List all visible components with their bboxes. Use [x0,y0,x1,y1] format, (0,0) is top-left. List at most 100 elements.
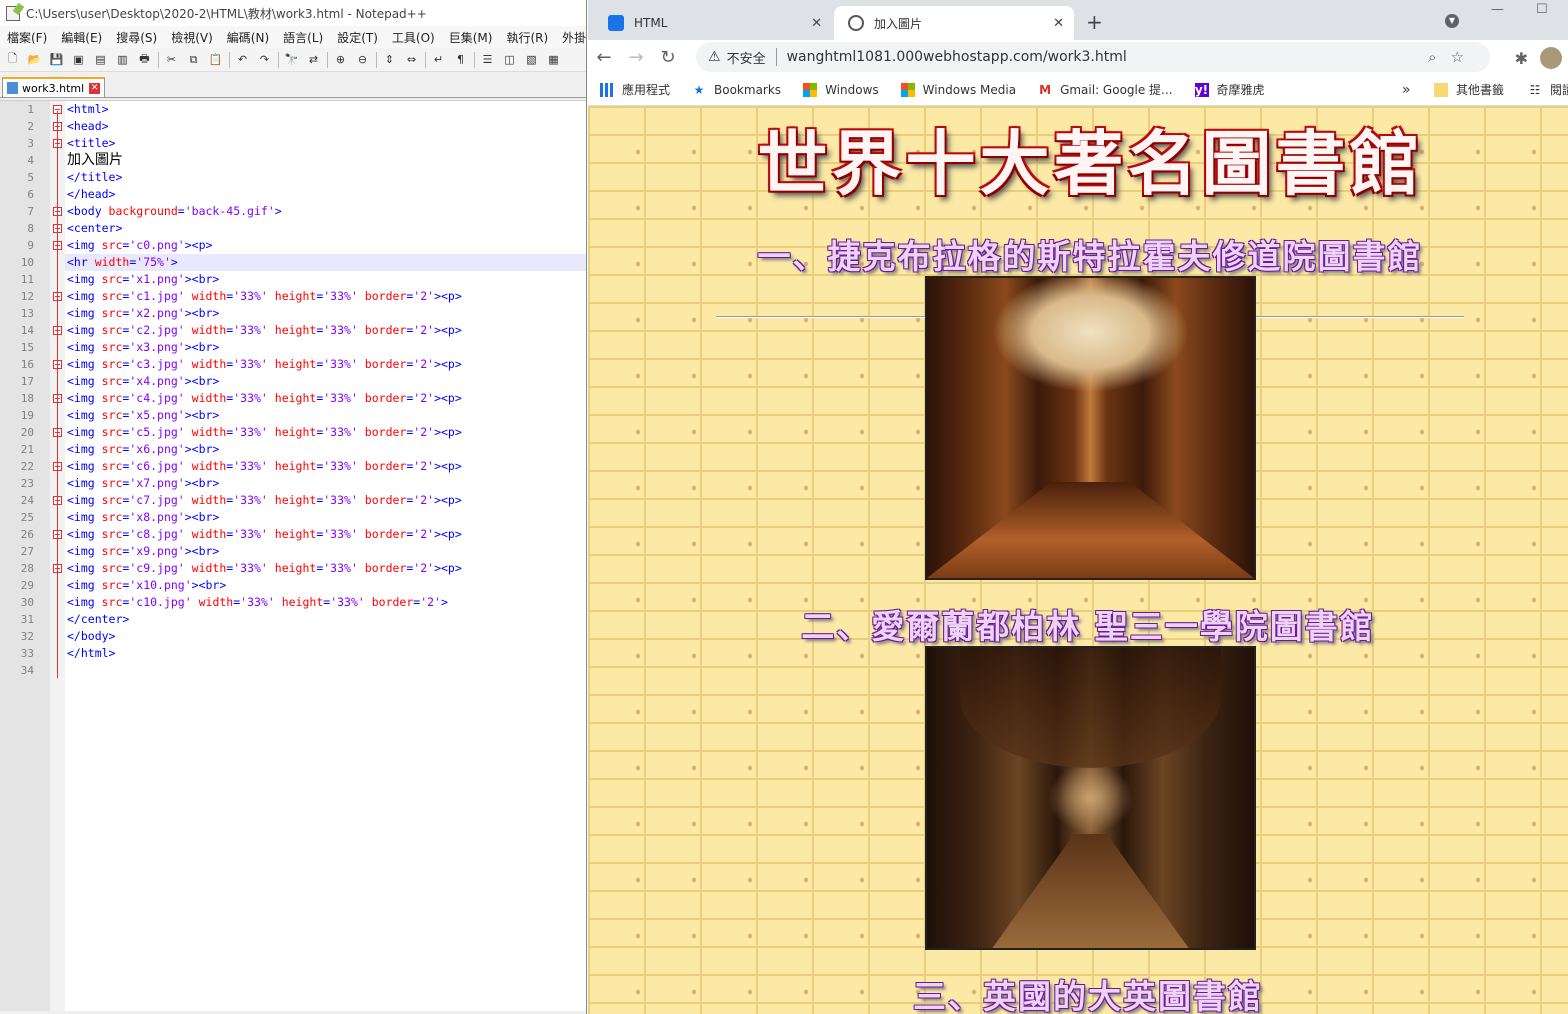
bookmark-star-icon[interactable]: ☆ [1451,48,1478,66]
code-line: <img src='c8.jpg' width='33%' height='33… [67,527,462,541]
code-line: <img src='c9.jpg' width='33%' height='33… [67,561,462,575]
line-number: 5 [27,171,34,184]
menu-run[interactable]: 執行(R) [499,29,555,46]
code-line: <img src='c6.jpg' width='33%' height='33… [67,459,462,473]
line-number: 28 [20,562,34,575]
close-tab-icon[interactable]: ✕ [811,16,822,31]
sync-horizontal-icon[interactable]: ⇔ [403,51,420,68]
menu-encoding[interactable]: 編碼(N) [220,29,276,46]
menu-view[interactable]: 檢視(V) [164,29,220,46]
bookmark-label: Windows [825,82,879,97]
bookmarks-overflow-icon[interactable]: » [1402,82,1411,98]
menu-settings[interactable]: 設定(T) [330,29,385,46]
reload-icon[interactable]: ↻ [652,47,684,68]
toolbar-separator [229,51,230,68]
save-all-icon[interactable]: ▣ [70,51,87,68]
tab-html[interactable]: HTML ✕ [594,6,832,40]
avatar[interactable] [1540,47,1562,69]
tab-search-icon[interactable]: ▼ [1445,14,1459,28]
line-number: 2 [27,120,34,133]
back-icon[interactable]: ← [588,47,620,68]
tab-add-image[interactable]: 加入圖片 ✕ [834,6,1074,40]
copy-icon[interactable]: ⧉ [185,51,202,68]
redo-icon[interactable]: ↷ [256,51,273,68]
code-line: <img src='x5.png'><br> [67,408,220,422]
indent-guide-icon[interactable]: ☰ [479,51,496,68]
url-divider [775,48,777,66]
line-number: 23 [20,477,34,490]
save-icon[interactable]: 💾 [48,51,65,68]
replace-icon[interactable]: ⇄ [305,51,322,68]
page-viewport[interactable]: 世界十大著名圖書館 一、捷克布拉格的斯特拉霍夫修道院圖書館 二、愛爾蘭都柏林 聖… [588,106,1568,1014]
find-icon[interactable]: 🔭 [283,51,300,68]
code-line: <head> [67,119,109,133]
notepad-menubar: 檔案(F) 編輯(E) 搜尋(S) 檢視(V) 編碼(N) 語言(L) 設定(T… [0,26,586,48]
doc-map-icon[interactable]: ▧ [523,51,540,68]
chrome-tab-strip: HTML ✕ 加入圖片 ✕ + ▼ — ☐ [588,0,1568,40]
warning-icon[interactable]: ⚠ [708,49,721,65]
close-all-icon[interactable]: ▥ [114,51,131,68]
folder-icon [1434,82,1448,97]
windows-logo-icon [803,82,818,97]
forward-icon[interactable]: → [620,47,652,68]
word-wrap-icon[interactable]: ↵ [430,51,447,68]
line-number: 27 [20,545,34,558]
bookmark-windows[interactable]: Windows [803,82,879,97]
code-line: <img src='x2.png'><br> [67,306,220,320]
library-heading-2: 二、愛爾蘭都柏林 聖三一學院圖書館 [801,607,1375,646]
title-text: 加入圖片 [67,152,123,168]
bookmark-yahoo[interactable]: y! 奇摩雅虎 [1194,81,1265,98]
cut-icon[interactable]: ✂ [163,51,180,68]
menu-edit[interactable]: 編輯(E) [54,29,109,46]
security-label[interactable]: 不安全 [727,48,766,67]
minimize-icon[interactable]: — [1491,2,1504,17]
new-file-icon[interactable]: 🗋 [4,51,21,68]
open-file-icon[interactable]: 📂 [26,51,43,68]
code-text[interactable]: <html> <head> <title> 加入圖片 </title> </he… [65,101,586,1011]
menu-search[interactable]: 搜尋(S) [109,29,164,46]
zoom-in-icon[interactable]: ⊕ [332,51,349,68]
library-photo-trinity [925,646,1256,950]
zoom-icon[interactable]: ⌕ [1428,48,1450,66]
bookmark-bookmarks[interactable]: ★ Bookmarks [692,83,781,97]
code-line: <body background='back-45.gif'> [67,204,282,218]
menu-language[interactable]: 語言(L) [276,29,330,46]
menu-file[interactable]: 檔案(F) [0,29,54,46]
bookmark-gmail[interactable]: M Gmail: Google 提... [1038,81,1172,98]
line-number: 17 [20,375,34,388]
code-line: <img src='c10.jpg' width='33%' height='3… [67,595,448,609]
code-line: <img src='x10.png'><br> [67,578,227,592]
windows-logo-icon [900,82,915,97]
bookmark-other[interactable]: 其他書籤 [1434,81,1504,98]
line-number: 31 [20,613,34,626]
menu-plugins[interactable]: 外掛(P) [555,29,586,46]
library-heading-1: 一、捷克布拉格的斯特拉霍夫修道院圖書館 [757,237,1423,276]
maximize-icon[interactable]: ☐ [1536,2,1548,17]
new-tab-icon[interactable]: + [1086,10,1103,34]
line-number: 22 [20,460,34,473]
tab-work3-html[interactable]: work3.html ✕ [2,77,106,97]
bookmark-windows-media[interactable]: Windows Media [900,82,1016,97]
zoom-out-icon[interactable]: ⊖ [354,51,371,68]
close-tab-icon[interactable]: ✕ [89,82,101,94]
extensions-puzzle-icon[interactable]: ✱ [1515,49,1528,68]
close-tab-icon[interactable]: ✕ [1053,16,1064,31]
menu-tools[interactable]: 工具(O) [385,29,442,46]
function-list-icon[interactable]: ▦ [545,51,562,68]
menu-macro[interactable]: 巨集(M) [442,29,500,46]
show-all-chars-icon[interactable]: ¶ [452,51,469,68]
reading-list[interactable]: ☷ 閱讀 [1528,81,1568,98]
address-bar[interactable]: ⚠ 不安全 wanghtml1081.000webhostapp.com/wor… [696,42,1490,72]
url-text[interactable]: wanghtml1081.000webhostapp.com/work3.htm… [787,49,1127,65]
sync-vertical-icon[interactable]: ⇕ [381,51,398,68]
fold-margin [50,101,65,1011]
bookmark-label: 閱讀 [1550,83,1568,97]
close-file-icon[interactable]: ▤ [92,51,109,68]
code-editor[interactable]: 1 2 3 4 5 6 7 8 9 10 11 12 13 14 15 16 17 18 19 20 21 22 23 24 2… [0,100,586,1011]
bookmark-apps[interactable]: 應用程式 [600,81,670,98]
user-language-icon[interactable]: ◫ [501,51,518,68]
line-number-gutter: 1 2 3 4 5 6 7 8 9 10 11 12 13 14 15 16 17 18 19 20 21 22 23 24 2… [0,101,50,1011]
print-icon[interactable]: 🖶 [136,51,153,68]
paste-icon[interactable]: 📋 [207,51,224,68]
undo-icon[interactable]: ↶ [234,51,251,68]
